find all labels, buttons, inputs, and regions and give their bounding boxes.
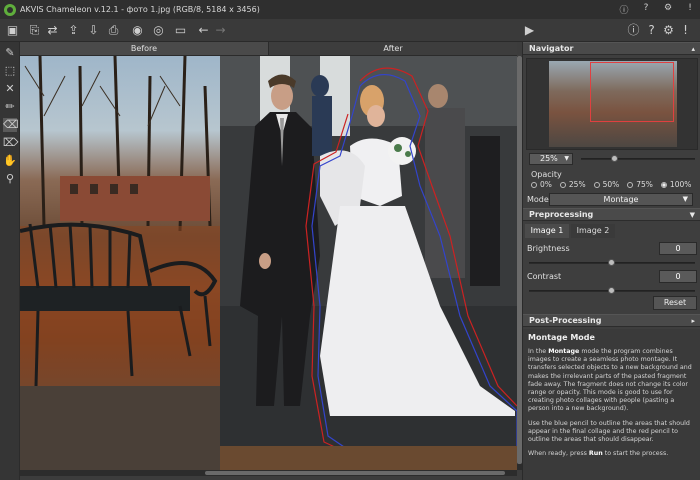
undo-icon[interactable]: ← [196, 23, 211, 38]
hand-icon[interactable]: ✋ [3, 154, 17, 168]
chevron-down-icon: ▼ [689, 211, 695, 219]
home-icon[interactable]: ▣ [5, 23, 20, 38]
horizontal-scroll-thumb[interactable] [205, 471, 505, 475]
eraser-icon[interactable]: ⌫ [3, 118, 19, 132]
info-toolbar-icon[interactable]: ⓘ [626, 23, 641, 38]
selection-icon[interactable]: ⬚ [3, 64, 17, 78]
horizontal-scrollbar[interactable] [20, 470, 517, 476]
zoom-dropdown[interactable]: 25% ▼ [529, 153, 573, 165]
zoom-icon[interactable]: ⚲ [3, 172, 17, 186]
zoom-value: 25% [540, 154, 558, 163]
navigator-preview[interactable] [526, 58, 698, 150]
mode-select[interactable]: Montage ▼ [549, 193, 693, 206]
radio-icon [593, 181, 600, 188]
settings-toolbar-icon[interactable]: ⚙ [661, 23, 676, 38]
help-icon[interactable]: ? [640, 3, 652, 16]
ruler-icon[interactable]: ▭ [173, 23, 188, 38]
settings-panel: Navigator ▴ 25% ▼ Opacity 0% 25% 50% 75%… [522, 42, 700, 480]
opacity-options: 0% 25% 50% 75% 100% [531, 180, 695, 189]
radio-icon [627, 181, 634, 188]
preprocessing-title: Preprocessing [529, 210, 594, 219]
title-bar: AKVIS Chameleon v.12.1 - фото 1.jpg (RGB… [0, 0, 700, 19]
zoom-slider-knob[interactable] [611, 155, 618, 162]
image-canvas[interactable] [20, 56, 517, 470]
help-paragraph: When ready, press Run to start the proce… [528, 450, 669, 458]
contrast-field[interactable]: 0 [659, 270, 697, 283]
opacity-option[interactable]: 0% [531, 180, 552, 189]
pencil-red-icon[interactable]: ✏ [3, 100, 17, 114]
navigator-viewport-frame[interactable] [590, 62, 674, 122]
zoom-slider-track[interactable] [581, 158, 695, 160]
batch-icon[interactable]: ◉ [130, 23, 145, 38]
app-window: AKVIS Chameleon v.12.1 - фото 1.jpg (RGB… [0, 0, 700, 480]
app-logo-icon [4, 3, 16, 16]
contrast-label: Contrast [527, 272, 562, 281]
tab-after[interactable]: After [268, 42, 517, 55]
run-icon[interactable]: ▶ [522, 23, 537, 38]
preprocessing-header[interactable]: Preprocessing ▼ [523, 208, 700, 221]
notifications-icon[interactable]: ! [684, 3, 696, 16]
load-object-icon[interactable]: ⇪ [66, 23, 81, 38]
redo-icon[interactable]: → [213, 23, 228, 38]
contrast-slider-knob[interactable] [608, 287, 615, 294]
tab-image-1[interactable]: Image 1 [525, 224, 569, 238]
opacity-option[interactable]: 50% [593, 180, 619, 189]
settings-icon[interactable]: ⚙ [662, 3, 674, 16]
opacity-option[interactable]: 25% [559, 180, 586, 189]
radio-icon [559, 181, 566, 188]
window-title: AKVIS Chameleon v.12.1 - фото 1.jpg (RGB… [20, 5, 260, 14]
tab-before[interactable]: Before [20, 42, 268, 55]
brightness-field[interactable]: 0 [659, 242, 697, 255]
print-icon[interactable]: ⎙ [106, 23, 121, 38]
tab-image-2[interactable]: Image 2 [571, 224, 615, 238]
presets-icon[interactable]: ◎ [151, 23, 166, 38]
view-tabs: Before After [20, 42, 517, 56]
help-panel: Montage Mode In the Montage mode the pro… [523, 329, 700, 480]
help-paragraph: Use the blue pencil to outline the areas… [528, 419, 690, 444]
mode-value: Montage [603, 195, 639, 204]
help-toolbar-icon[interactable]: ? [644, 23, 659, 38]
navigator-title: Navigator [529, 44, 574, 53]
opacity-option[interactable]: 75% [627, 180, 653, 189]
swap-icon[interactable]: ⇄ [45, 23, 60, 38]
postprocessing-header[interactable]: Post-Processing ▸ [523, 314, 700, 327]
brightness-label: Brightness [527, 244, 570, 253]
radio-icon [531, 181, 537, 188]
collapse-icon[interactable]: ▴ [691, 43, 695, 55]
postprocessing-title: Post-Processing [529, 316, 602, 325]
info-icon[interactable]: ⓘ [618, 3, 630, 16]
window-controls: ⓘ ? ⚙ ! [618, 3, 696, 16]
load-bg-icon[interactable]: ⇩ [86, 23, 101, 38]
news-icon[interactable]: ! [678, 23, 693, 38]
scene-illustration [20, 56, 517, 470]
transform-icon[interactable]: ✕ [3, 82, 17, 96]
brightness-slider-knob[interactable] [608, 259, 615, 266]
main-toolbar: ▣ ⎘ ⇄ ⇪ ⇩ ⎙ ◉ ◎ ▭ ← → ▶ ⓘ ? ⚙ ! [0, 19, 700, 42]
chevron-right-icon: ▸ [691, 317, 695, 325]
image-tabs: Image 1 Image 2 [523, 224, 700, 238]
opacity-option[interactable]: 100% [660, 180, 691, 189]
mode-label: Mode [527, 195, 549, 204]
reset-button[interactable]: Reset [653, 296, 697, 310]
open-icon[interactable]: ⎘ [27, 23, 42, 38]
chevron-down-icon: ▼ [682, 195, 688, 203]
radio-selected-icon [660, 181, 667, 188]
smart-eraser-icon[interactable]: ⌦ [3, 136, 19, 150]
tool-panel: ✎ ⬚ ✕ ✏ ⌫ ⌦ ✋ ⚲ [0, 42, 20, 480]
help-title: Montage Mode [528, 333, 595, 342]
navigator-header[interactable]: Navigator ▴ [523, 42, 700, 55]
opacity-label: Opacity [531, 170, 562, 179]
chevron-down-icon: ▼ [564, 155, 569, 162]
help-paragraph: In the Montage mode the program combines… [528, 348, 692, 413]
pencil-blue-icon[interactable]: ✎ [3, 46, 17, 60]
